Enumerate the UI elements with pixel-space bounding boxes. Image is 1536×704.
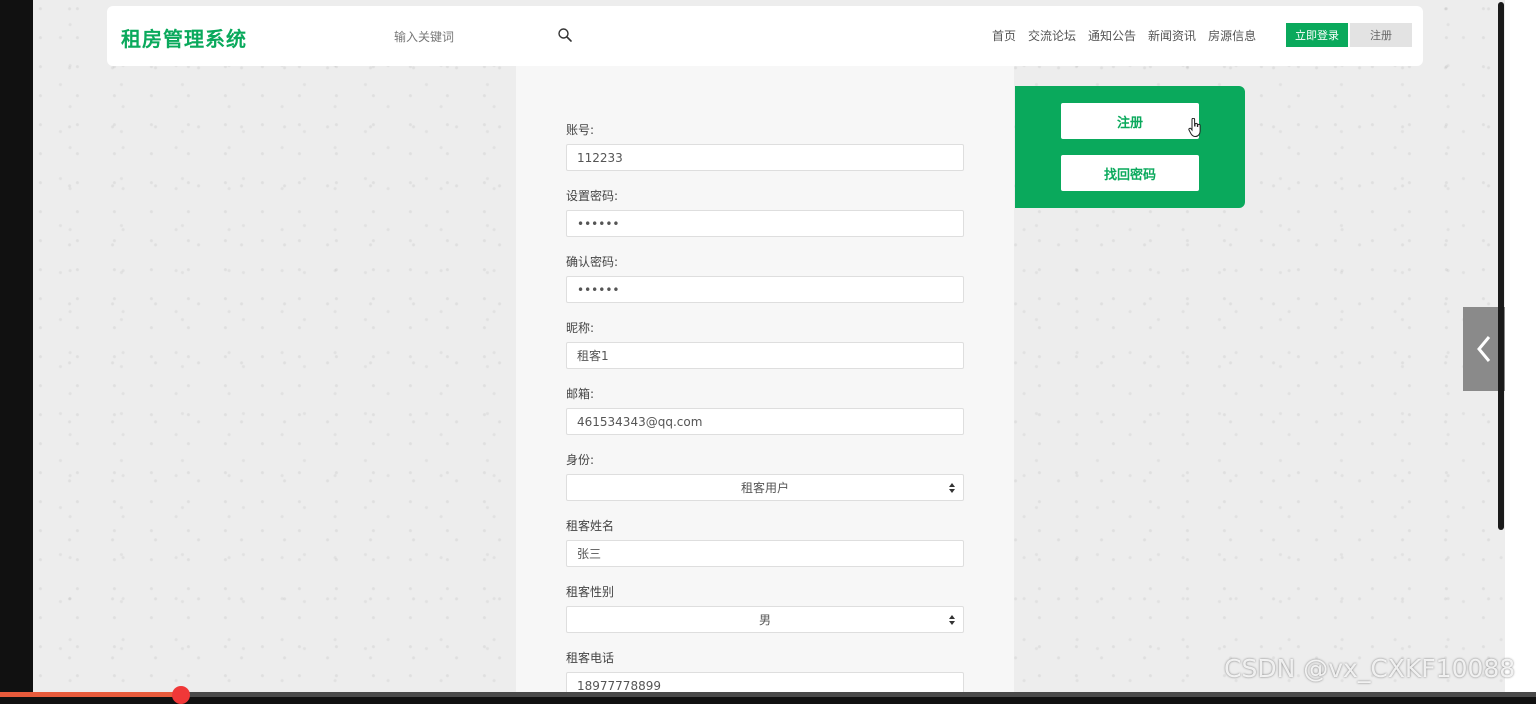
watermark: CSDN @vx_CXKF10088 xyxy=(1224,654,1516,683)
confirm-password-input[interactable]: •••••• xyxy=(566,276,964,303)
role-label: 身份: xyxy=(566,453,595,467)
email-label: 邮箱: xyxy=(566,387,595,401)
account-label: 账号: xyxy=(566,123,595,137)
search-icon[interactable] xyxy=(557,27,573,43)
login-button[interactable]: 立即登录 xyxy=(1286,23,1348,47)
tenant-gender-label: 租客性别 xyxy=(566,585,615,599)
role-select[interactable]: 租客用户 xyxy=(566,474,964,501)
main-nav: 首页 交流论坛 通知公告 新闻资讯 房源信息 xyxy=(992,27,1256,44)
role-select-value: 租客用户 xyxy=(740,481,789,495)
select-arrows-icon xyxy=(949,615,955,625)
hand-cursor-icon xyxy=(1188,118,1201,138)
nickname-input[interactable]: 租客1 xyxy=(566,342,964,369)
confirm-password-label: 确认密码: xyxy=(566,255,619,269)
select-arrows-icon xyxy=(949,483,955,493)
nav-item-forum[interactable]: 交流论坛 xyxy=(1028,27,1076,44)
brand-title: 租房管理系统 xyxy=(121,27,247,51)
account-input[interactable]: 112233 xyxy=(566,144,964,171)
password-input[interactable]: •••••• xyxy=(566,210,964,237)
video-progress-track[interactable] xyxy=(0,692,1536,697)
gender-select-value: 男 xyxy=(758,613,771,627)
tenant-phone-label: 租客电话 xyxy=(566,651,615,665)
action-panel: 注册 找回密码 xyxy=(1015,86,1245,208)
page-background: 租房管理系统 首页 交流论坛 通知公告 新闻资讯 房源信息 立即登录 注册 账号… xyxy=(33,0,1505,692)
chevron-left-icon xyxy=(1477,336,1491,362)
nickname-label: 昵称: xyxy=(566,321,595,335)
password-label: 设置密码: xyxy=(566,189,619,203)
video-progress-handle[interactable] xyxy=(172,686,190,704)
video-progress-fill xyxy=(0,692,185,697)
search-input[interactable] xyxy=(392,24,566,50)
recover-password-button[interactable]: 找回密码 xyxy=(1061,155,1199,191)
nav-item-notices[interactable]: 通知公告 xyxy=(1088,27,1136,44)
tenant-gender-select[interactable]: 男 xyxy=(566,606,964,633)
nav-item-listings[interactable]: 房源信息 xyxy=(1208,27,1256,44)
nav-item-news[interactable]: 新闻资讯 xyxy=(1148,27,1196,44)
scrollbar-thumb[interactable] xyxy=(1498,2,1504,530)
tenant-name-label: 租客姓名 xyxy=(566,519,615,533)
register-nav-button[interactable]: 注册 xyxy=(1350,23,1412,47)
scrollbar-track[interactable] xyxy=(1505,0,1536,697)
register-button[interactable]: 注册 xyxy=(1061,103,1199,139)
top-navigation-bar: 租房管理系统 首页 交流论坛 通知公告 新闻资讯 房源信息 立即登录 注册 xyxy=(107,6,1423,66)
tenant-phone-input[interactable]: 18977778899 xyxy=(566,672,964,692)
nav-item-home[interactable]: 首页 xyxy=(992,27,1016,44)
tenant-name-input[interactable]: 张三 xyxy=(566,540,964,567)
registration-form: 账号: 112233 设置密码: •••••• 确认密码: •••••• 昵称:… xyxy=(516,66,1014,692)
email-input[interactable]: 461534343@qq.com xyxy=(566,408,964,435)
